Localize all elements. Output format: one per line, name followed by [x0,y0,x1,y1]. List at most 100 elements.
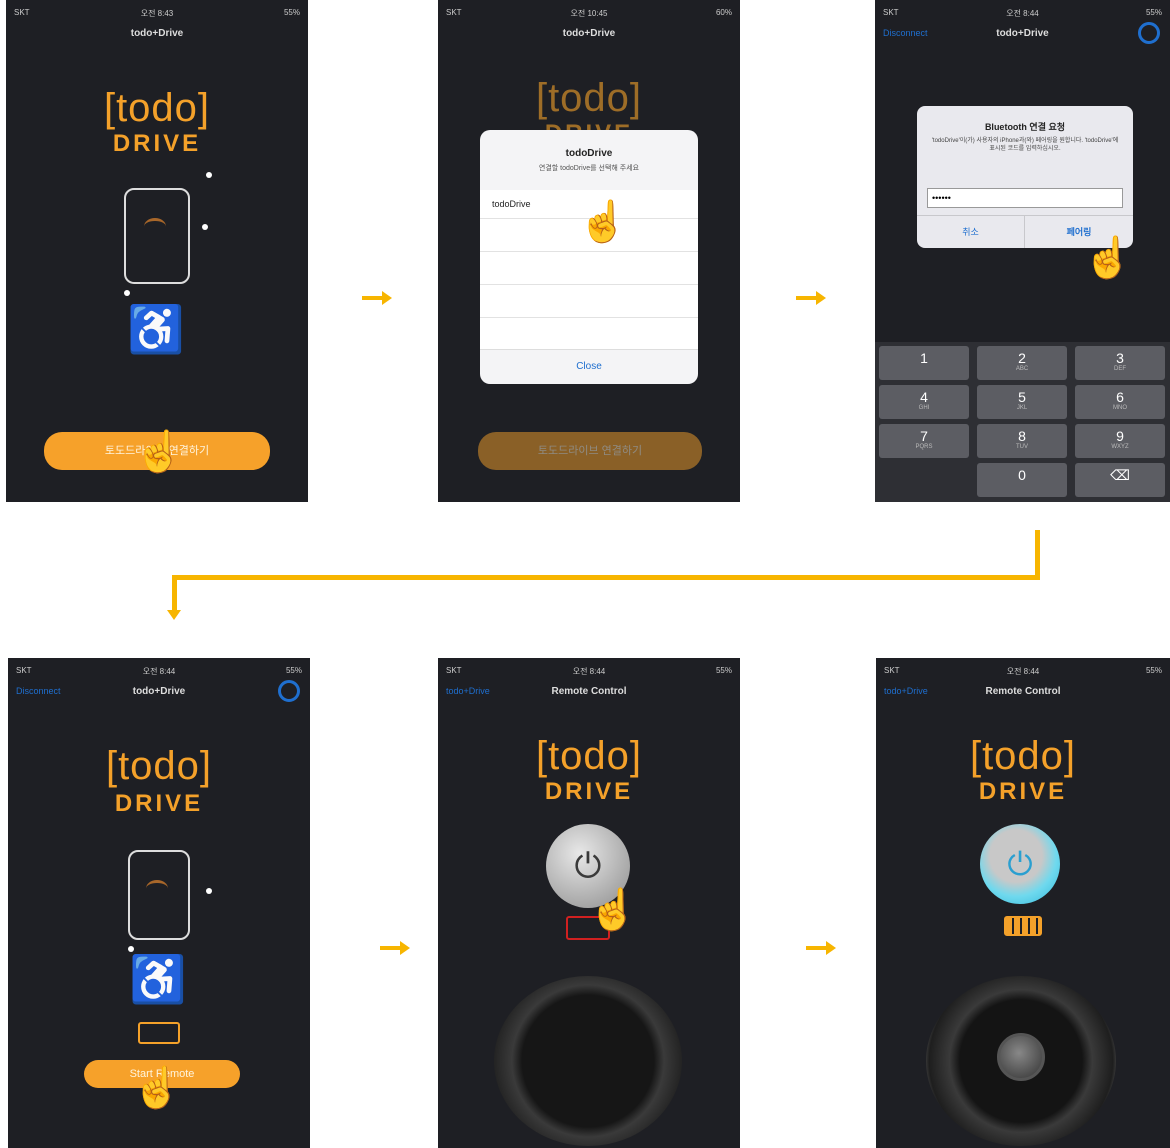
wheelchair-icon: ♿ [129,953,187,1005]
battery-full-icon [1004,916,1042,936]
status-bar: SKT 오전 8:44 55% [438,666,740,678]
dialog-message: 'todoDrive'이(가) 사용자의 iPhone과(와) 페어링을 원합니… [931,138,1119,152]
screen-remote-off: SKT 오전 8:44 55% todo+Drive Remote Contro… [438,658,740,1148]
device-list-row [480,285,698,318]
keypad-key-digit: 3 [1116,350,1124,366]
keypad-key-letters: PQRS [915,444,933,450]
cancel-button[interactable]: 취소 [917,216,1025,248]
logo-todo: [todo] [535,76,643,120]
clock-label: 오전 8:44 [1006,9,1039,18]
screen-bluetooth-pairing: SKT 오전 8:44 55% Disconnect todo+Drive Bl… [875,0,1170,502]
status-bar: SKT 오전 8:44 55% [8,666,310,678]
logo-todo: [todo] [535,734,643,778]
bluetooth-pairing-dialog: Bluetooth 연결 요청 'todoDrive'이(가) 사용자의 iPh… [917,106,1133,248]
hand-pointer-icon: ☝ [134,430,184,474]
keypad-key-letters: WXYZ [1111,444,1129,450]
keypad-key-digit: 6 [1116,389,1124,405]
screen-device-select: SKT 오전 10:45 60% todo+Drive [todo] DRIVE… [438,0,740,502]
logo-drive: DRIVE [544,778,634,805]
clock-label: 오전 8:44 [1006,667,1040,676]
keypad-key[interactable]: 3 DEF [1075,346,1165,380]
screen-connect: SKT 오전 8:43 55% todo+Drive [todo] DRIVE … [6,0,308,502]
logo-todo: [todo] [969,734,1077,778]
keypad-key-digit: 2 [1018,350,1026,366]
keypad-key-digit: 1 [920,350,928,366]
flow-arrow-right [806,941,836,955]
logo-todo: [todo] [103,86,211,130]
battery-label: 60% [715,8,732,17]
dialog-subtitle: 연결할 todoDrive를 선택해 주세요 [538,165,640,172]
gear-icon[interactable] [278,680,300,702]
keypad-key[interactable]: 7 PQRS [879,424,969,458]
dialog-title: todoDrive [565,148,613,159]
battery-label: 55% [283,8,300,17]
hand-pointer-icon: ☝ [1083,236,1133,280]
status-bar: SKT 오전 10:45 60% [438,8,740,20]
keypad-key-digit: ⌫ [1110,467,1130,483]
logo-drive: DRIVE [114,790,204,817]
battery-label: 55% [1145,666,1162,675]
keypad-key[interactable]: ⌫ [1075,463,1165,497]
hand-pointer-icon: ☝ [578,200,628,244]
nav-title: todo+Drive [132,686,186,697]
keypad-key-letters: ABC [1015,366,1029,372]
keypad-key[interactable]: 2 ABC [977,346,1067,380]
nav-title: todo+Drive [996,28,1049,39]
joystick-knob[interactable] [997,1033,1045,1081]
keypad-key[interactable]: 6 MNO [1075,385,1165,419]
status-bar: SKT 오전 8:43 55% [6,8,308,20]
flow-connector [172,575,1040,580]
nav-title: todo+Drive [562,28,616,39]
clock-label: 오전 8:44 [142,667,176,676]
clock-label: 오전 8:44 [572,667,606,676]
battery-label: 55% [285,666,302,675]
wifi-icon [144,218,166,235]
decor-dot [206,172,212,178]
keypad-key[interactable] [879,463,969,497]
flow-arrow-right [796,291,826,305]
decor-dot [206,888,212,894]
keypad-key-letters: GHI [918,405,930,411]
keypad-key-digit: 5 [1018,389,1026,405]
flow-arrow-right [362,291,392,305]
device-list-row [480,252,698,285]
logo-drive: DRIVE [978,778,1068,805]
nav-title: todo+Drive [130,28,184,39]
flow-connector [172,575,177,611]
close-button[interactable]: Close [480,349,698,384]
nav-title: Remote Control [551,686,627,697]
battery-empty-icon [138,1022,180,1044]
keypad-key-digit: 9 [1116,428,1124,444]
phone-illustration [124,188,190,284]
keypad-key-letters: JKL [1016,405,1028,411]
power-button[interactable]: ⏻ [980,824,1060,904]
joystick-pad[interactable] [494,976,682,1146]
numeric-keypad: 1 2 ABC 3 DEF 4 GHI 5 JKL 6 MNO 7 PQRS 8 TUV 9 WXYZ 0 ⌫ [875,342,1170,502]
decor-dot [124,290,130,296]
decor-dot [202,224,208,230]
flow-arrow-right [380,941,410,955]
keypad-key-digit: 4 [920,389,928,405]
logo-drive: DRIVE [112,130,202,157]
keypad-key-letters: MNO [1113,405,1127,411]
keypad-key[interactable]: 0 [977,463,1067,497]
flow-arrow-down [167,610,181,620]
device-select-dialog: todoDrive 연결할 todoDrive를 선택해 주세요 todoDri… [480,130,698,384]
decor-dot [128,946,134,952]
dialog-title: Bluetooth 연결 요청 [984,122,1066,132]
keypad-key[interactable]: 9 WXYZ [1075,424,1165,458]
gear-icon[interactable] [1138,22,1160,44]
wifi-icon [146,880,168,897]
keypad-key[interactable]: 4 GHI [879,385,969,419]
keypad-key[interactable]: 5 JKL [977,385,1067,419]
connect-button[interactable]: 토도드라이브 연결하기 [478,432,702,470]
keypad-key[interactable]: 1 [879,346,969,380]
hand-pointer-icon: ☝ [588,888,638,932]
keypad-key-letters: TUV [1016,444,1028,450]
keypad-key[interactable]: 8 TUV [977,424,1067,458]
battery-label: 55% [1145,8,1162,17]
keypad-key-letters: DEF [1114,366,1126,372]
pin-input[interactable]: •••••• [927,188,1123,208]
clock-label: 오전 10:45 [570,9,608,18]
nav-title: Remote Control [985,686,1061,697]
